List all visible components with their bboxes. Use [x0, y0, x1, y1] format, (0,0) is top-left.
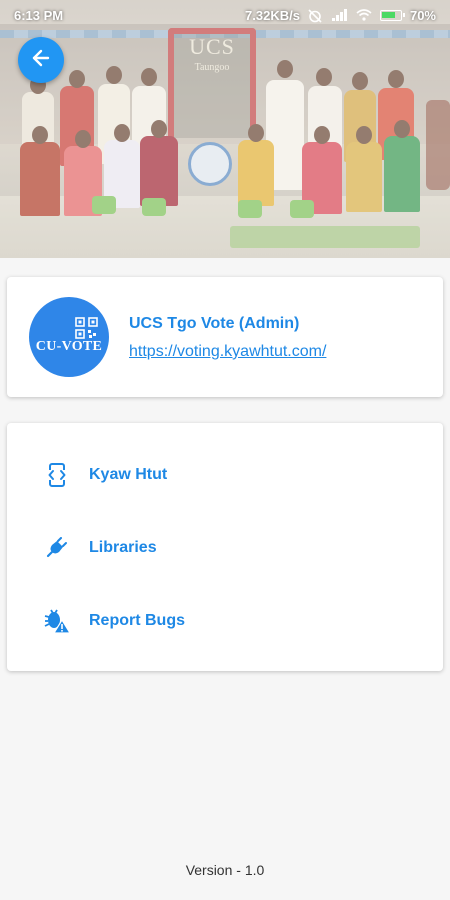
- app-title: UCS Tgo Vote (Admin): [129, 315, 300, 332]
- developer-mode-icon: [43, 461, 71, 489]
- photo-overlay: [0, 0, 450, 258]
- menu-item-libraries[interactable]: Libraries: [7, 519, 443, 577]
- wifi-icon: [356, 9, 372, 21]
- status-time: 6:13 PM: [14, 7, 64, 23]
- status-bar: 6:13 PM 7.32KB/s 70%: [0, 0, 450, 30]
- header-photo: UCS Taungoo: [0, 0, 450, 258]
- alarm-off-icon: [308, 9, 324, 23]
- app-website-link[interactable]: https://voting.kyawhtut.com/: [129, 343, 326, 361]
- app-logo-text: CU-VOTE: [35, 339, 103, 354]
- status-right: 7.32KB/s 70%: [245, 8, 436, 23]
- signal-icon: [331, 9, 348, 21]
- status-network-speed: 7.32KB/s: [245, 7, 300, 23]
- battery-icon: [379, 9, 405, 21]
- qr-code-icon: [75, 317, 98, 339]
- arrow-left-icon: [31, 48, 51, 73]
- menu-item-report-bugs[interactable]: Report Bugs: [7, 592, 443, 650]
- app-info-card: CU-VOTE UCS Tgo Vote (Admin) https://vot…: [7, 277, 443, 397]
- menu-card: Kyaw Htut Libraries Report Bugs: [7, 423, 443, 671]
- menu-item-label: Libraries: [89, 539, 157, 556]
- bug-report-icon: [43, 607, 71, 635]
- app-logo: CU-VOTE: [29, 297, 109, 377]
- back-button[interactable]: [18, 37, 64, 83]
- menu-item-developer[interactable]: Kyaw Htut: [7, 446, 443, 504]
- plug-icon: [43, 534, 71, 562]
- version-label: Version - 1.0: [185, 862, 265, 878]
- status-battery: 70%: [409, 7, 436, 23]
- menu-item-label: Kyaw Htut: [89, 466, 168, 483]
- menu-item-label: Report Bugs: [89, 612, 185, 629]
